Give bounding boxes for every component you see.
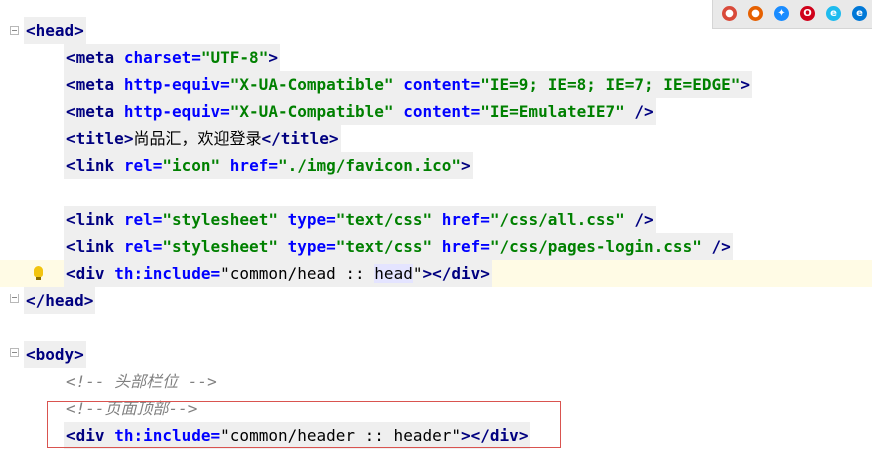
code-token: <div th:include="common/head :: head"></…	[64, 260, 492, 287]
code-line[interactable]: </head>	[0, 287, 872, 314]
code-token: <link rel="stylesheet" type="text/css" h…	[64, 233, 733, 260]
code-line[interactable]: <link rel="icon" href="./img/favicon.ico…	[0, 152, 872, 179]
code-line[interactable]: <meta charset="UTF-8">	[0, 44, 872, 71]
code-line[interactable]: <meta http-equiv="X-UA-Compatible" conte…	[0, 98, 872, 125]
lightbulb-icon[interactable]	[34, 266, 43, 280]
code-line[interactable]: <title>尚品汇，欢迎登录</title>	[0, 125, 872, 152]
code-token: <head>	[24, 17, 86, 44]
code-token: <title>尚品汇，欢迎登录</title>	[64, 125, 341, 152]
code-line[interactable]: <head>	[0, 17, 872, 44]
code-token: <link rel="icon" href="./img/favicon.ico…	[64, 152, 473, 179]
code-token: </head>	[24, 287, 96, 314]
code-line[interactable]: <!-- 头部栏位 -->	[0, 368, 872, 395]
highlight-annotation-box	[47, 401, 561, 448]
code-line[interactable]: <body>	[0, 341, 872, 368]
code-line[interactable]: <link rel="stylesheet" type="text/css" h…	[0, 233, 872, 260]
code-line-current[interactable]: <div th:include="common/head :: head"></…	[0, 260, 872, 287]
code-token: <body>	[24, 341, 86, 368]
code-line[interactable]: <link rel="stylesheet" type="text/css" h…	[0, 206, 872, 233]
code-comment: <!-- 头部栏位 -->	[66, 372, 217, 391]
code-token: <meta http-equiv="X-UA-Compatible" conte…	[64, 98, 656, 125]
code-token: <meta charset="UTF-8">	[64, 44, 280, 71]
code-token: <link rel="stylesheet" type="text/css" h…	[64, 206, 656, 233]
code-line[interactable]: <meta http-equiv="X-UA-Compatible" conte…	[0, 71, 872, 98]
code-token: <meta http-equiv="X-UA-Compatible" conte…	[64, 71, 752, 98]
